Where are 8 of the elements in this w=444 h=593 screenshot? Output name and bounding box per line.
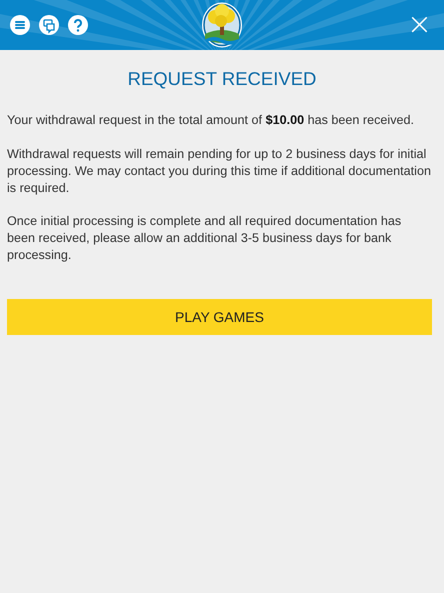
chat-icon[interactable] [39,15,59,35]
dialog-title: REQUEST RECEIVED [126,68,318,90]
help-icon[interactable] [68,15,88,35]
message-paragraph: Your withdrawal request in the total amount of $10.00 has been received. [7,112,416,129]
play-games-button[interactable]: PLAY GAMES [7,298,432,334]
message-paragraph: Withdrawal requests will remain pending for up to 2 business days for initial processing. We may contact you during this time if additional documentation is required. [7,146,432,196]
message-paragraph: Once initial processing is complete and all required documentation has been received, please allow an additional 3-5 business days for bank processing. [7,213,402,264]
menu-icon[interactable] [10,15,30,35]
